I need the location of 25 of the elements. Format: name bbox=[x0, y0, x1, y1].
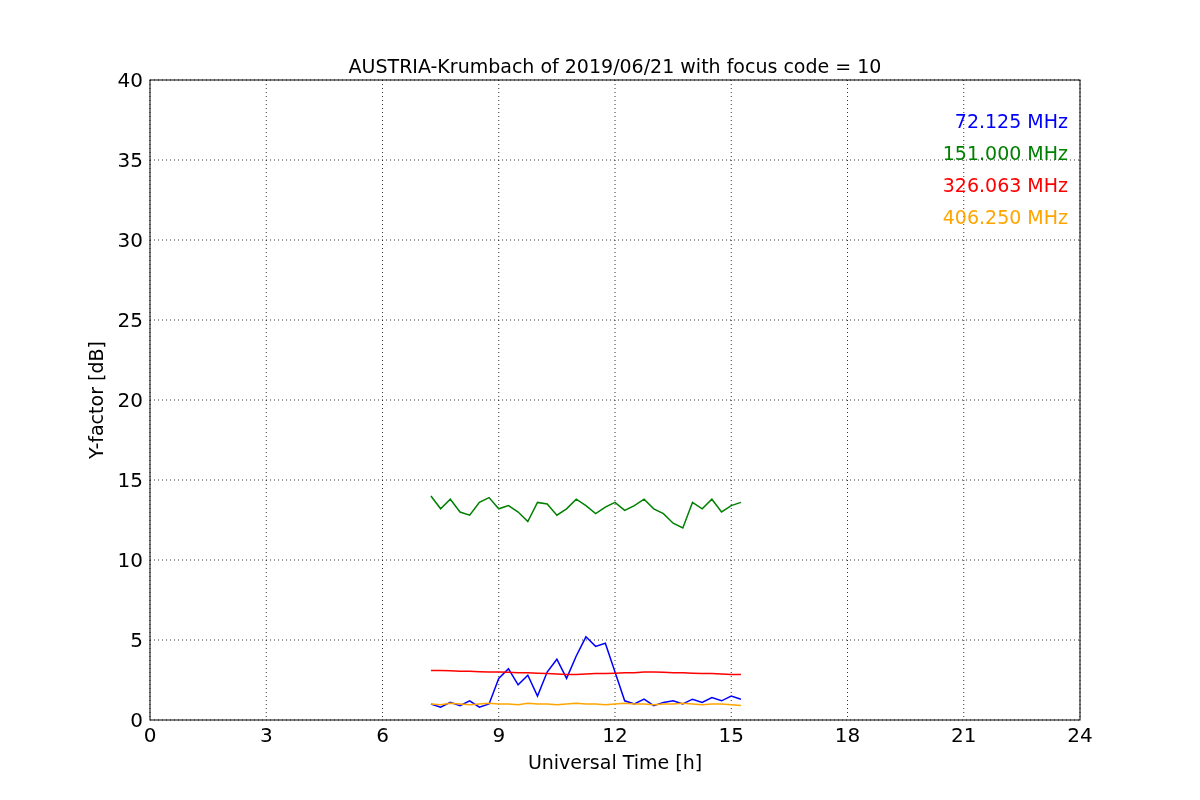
x-tick-label: 21 bbox=[951, 723, 977, 747]
x-tick-label: 0 bbox=[143, 723, 157, 747]
y-tick-label: 15 bbox=[117, 468, 143, 492]
x-tick-label: 24 bbox=[1067, 723, 1093, 747]
x-tick-label: 12 bbox=[602, 723, 628, 747]
legend-label: 406.250 MHz bbox=[942, 206, 1068, 228]
y-tick-label: 30 bbox=[117, 228, 143, 252]
legend-label: 72.125 MHz bbox=[954, 110, 1068, 132]
x-tick-label: 3 bbox=[259, 723, 273, 747]
x-tick-label: 9 bbox=[492, 723, 506, 747]
y-tick-label: 10 bbox=[117, 548, 143, 572]
y-tick-label: 40 bbox=[117, 68, 143, 92]
y-axis-label: Y-factor [dB] bbox=[85, 341, 107, 459]
x-axis-label: Universal Time [h] bbox=[527, 751, 703, 773]
chart-title: AUSTRIA-Krumbach of 2019/06/21 with focus code = 10 bbox=[348, 55, 882, 77]
y-tick-label: 25 bbox=[117, 308, 143, 332]
y-tick-label: 0 bbox=[130, 708, 143, 732]
x-tick-label: 15 bbox=[718, 723, 744, 747]
x-tick-label: 6 bbox=[376, 723, 389, 747]
x-tick-label: 18 bbox=[834, 723, 861, 747]
y-tick-label: 35 bbox=[117, 148, 143, 172]
legend-label: 151.000 MHz bbox=[942, 142, 1068, 164]
legend-label: 326.063 MHz bbox=[942, 174, 1068, 196]
y-tick-label: 20 bbox=[117, 388, 143, 412]
y-tick-label: 5 bbox=[130, 628, 143, 652]
